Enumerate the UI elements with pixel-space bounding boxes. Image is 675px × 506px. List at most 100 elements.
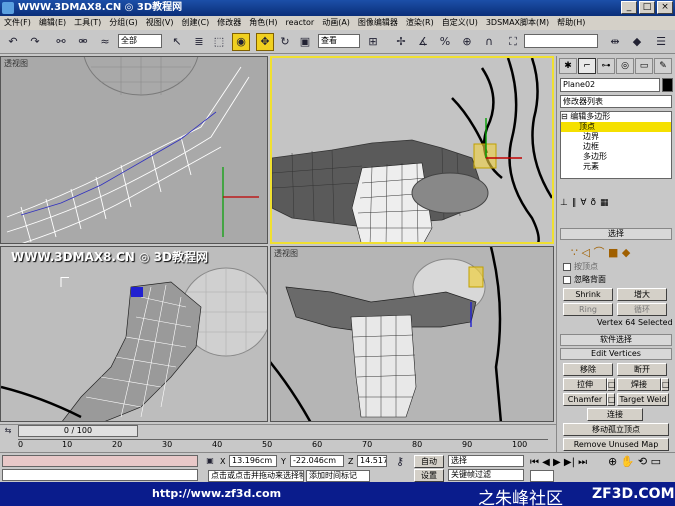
hierarchy-tab-icon[interactable]: ⊶ <box>597 58 615 74</box>
menu-animation[interactable]: 动画(A) <box>318 16 354 30</box>
menu-modifiers[interactable]: 修改器 <box>213 16 245 30</box>
scale-icon[interactable]: ▣ <box>296 33 314 51</box>
playback-controls[interactable]: ⏮ ◀ ▶ ▶| ⏭ <box>530 457 587 468</box>
menu-graph-editors[interactable]: 图像编辑器 <box>354 16 402 30</box>
stack-item-border[interactable]: 边框 <box>561 142 671 152</box>
show-end-result-icon[interactable]: ‖ <box>572 198 577 208</box>
soft-selection-rollout-header[interactable]: 软件选择 <box>560 334 672 346</box>
bind-spacewarp-icon[interactable]: ≈ <box>96 33 114 51</box>
current-frame-field[interactable] <box>530 470 554 482</box>
modifier-list-select[interactable]: 修改器列表 <box>560 95 672 108</box>
viewport-label[interactable]: 透视图 <box>274 248 298 259</box>
remove-modifier-icon[interactable]: ð <box>591 198 597 208</box>
menu-rendering[interactable]: 渲染(R) <box>402 16 438 30</box>
window-crossing-icon[interactable]: ◉ <box>232 33 250 51</box>
redo-icon[interactable]: ↷ <box>26 33 44 51</box>
set-key-button[interactable]: 设置 <box>414 469 444 482</box>
move-icon[interactable]: ✥ <box>256 33 274 51</box>
menu-reactor[interactable]: reactor <box>282 16 319 30</box>
menu-group[interactable]: 分组(G) <box>105 16 141 30</box>
rect-selection-icon[interactable]: ⬚ <box>210 33 228 51</box>
snap-icon[interactable]: ✢ <box>392 33 410 51</box>
spinner-snap-icon[interactable]: ⊕ <box>458 33 476 51</box>
menu-file[interactable]: 文件(F) <box>0 16 35 30</box>
maxscript-listener-field[interactable] <box>2 455 198 467</box>
remove-unused-map-verts-button[interactable]: Remove Unused Map Verts <box>563 438 669 460</box>
stack-item-edge[interactable]: 边界 <box>561 132 671 142</box>
select-by-name-icon[interactable]: ≣ <box>190 33 208 51</box>
undo-icon[interactable]: ↶ <box>4 33 22 51</box>
grow-button[interactable]: 增大 <box>617 288 667 301</box>
modify-tab-icon[interactable]: ⌐ <box>578 58 596 74</box>
pivot-icon[interactable]: ⊞ <box>364 33 382 51</box>
viewport-top-left[interactable]: 透视图 <box>0 56 268 244</box>
create-tab-icon[interactable]: ✱ <box>559 58 577 74</box>
loop-button[interactable]: 循环 <box>617 303 667 316</box>
menu-edit[interactable]: 编辑(E) <box>35 16 70 30</box>
make-unique-icon[interactable]: ∀ <box>580 198 586 208</box>
x-coord-field[interactable]: 13.196cm <box>229 455 277 467</box>
motion-tab-icon[interactable]: ◎ <box>616 58 634 74</box>
link-icon[interactable]: ⚯ <box>52 33 70 51</box>
magnet-icon[interactable]: ∩ <box>480 33 498 51</box>
viewport-bottom-right[interactable]: 透视图 <box>270 246 554 422</box>
add-time-tag[interactable]: 添加时间标记 <box>306 470 370 482</box>
chamfer-button[interactable]: Chamfer <box>563 393 607 406</box>
ignore-backfacing-checkbox[interactable] <box>563 275 571 284</box>
stack-item-edit-poly[interactable]: ⊟ 编辑多边形 <box>561 112 671 122</box>
extrude-button[interactable]: 拉伸 <box>563 378 607 391</box>
target-weld-button[interactable]: Target Weld <box>617 393 669 406</box>
mini-curve-icon[interactable]: ⇆ <box>1 425 15 437</box>
align-icon[interactable]: ◆ <box>628 33 646 51</box>
footer-url[interactable]: http://www.zf3d.com <box>152 487 281 500</box>
rotate-icon[interactable]: ↻ <box>276 33 294 51</box>
selection-filter-select[interactable]: 全部 <box>118 34 162 48</box>
configure-sets-icon[interactable]: ▦ <box>600 198 609 208</box>
time-ruler[interactable]: 0 10 20 30 40 50 60 70 80 90 100 <box>18 439 548 451</box>
subobject-icons[interactable]: ∵ ◁ ⌒ ■ ◆ <box>571 244 630 260</box>
remove-button[interactable]: 移除 <box>563 363 613 376</box>
key-icon[interactable]: ⚷ <box>392 455 408 469</box>
menu-create[interactable]: 创建(C) <box>177 16 213 30</box>
auto-key-button[interactable]: 自动 <box>414 455 444 468</box>
viewport-label[interactable]: 透视图 <box>4 58 28 69</box>
reference-coord-select[interactable]: 查看 <box>318 34 360 48</box>
menu-character[interactable]: 角色(H) <box>245 16 281 30</box>
chamfer-settings-button[interactable]: □ <box>607 393 616 406</box>
menu-maxscript[interactable]: 3DSMAX脚本(M) <box>482 16 553 30</box>
selection-rollout-header[interactable]: 选择 <box>560 228 672 240</box>
viewport-nav-icons[interactable]: ⊕ ✋ ⟲ ▭ <box>608 455 661 468</box>
named-selection-set-select[interactable] <box>524 34 598 48</box>
y-coord-field[interactable]: -22.046cm <box>290 455 344 467</box>
stack-item-element[interactable]: 元素 <box>561 162 671 172</box>
lock-selection-icon[interactable]: ▣ <box>204 455 216 467</box>
z-coord-field[interactable]: 14.517c <box>357 455 387 467</box>
stack-item-vertex[interactable]: 顶点 <box>561 122 671 132</box>
stack-item-polygon[interactable]: 多边形 <box>561 152 671 162</box>
viewport-bottom-left[interactable]: WWW.3DMAX8.CN ◎ 3D教程网 <box>0 246 268 422</box>
close-button[interactable]: × <box>657 1 673 14</box>
angle-snap-icon[interactable]: ∡ <box>414 33 432 51</box>
edit-vertices-rollout-header[interactable]: Edit Vertices <box>560 348 672 360</box>
unlink-icon[interactable]: ⚮ <box>74 33 92 51</box>
menu-views[interactable]: 视图(V) <box>142 16 178 30</box>
menu-help[interactable]: 帮助(H) <box>553 16 589 30</box>
object-name-field[interactable]: Plane02 <box>560 78 660 92</box>
by-vertex-checkbox[interactable] <box>563 262 571 271</box>
key-filters-button[interactable]: 关键帧过滤 <box>448 469 524 481</box>
percent-snap-icon[interactable]: % <box>436 33 454 51</box>
layer-manager-icon[interactable]: ☰ <box>652 33 670 51</box>
selection-set-select[interactable]: 选择 <box>448 455 524 467</box>
pin-stack-icon[interactable]: ⊥ <box>560 198 568 208</box>
named-selection-icon[interactable]: ⛶ <box>504 33 522 51</box>
menu-customize[interactable]: 自定义(U) <box>438 16 482 30</box>
break-button[interactable]: 断开 <box>617 363 667 376</box>
menu-tools[interactable]: 工具(T) <box>70 16 105 30</box>
extrude-settings-button[interactable]: □ <box>607 378 616 391</box>
maxscript-output-field[interactable] <box>2 469 198 481</box>
weld-settings-button[interactable]: □ <box>661 378 670 391</box>
display-tab-icon[interactable]: ▭ <box>635 58 653 74</box>
shrink-button[interactable]: Shrink <box>563 288 613 301</box>
minimize-button[interactable]: _ <box>621 1 637 14</box>
remove-isolated-vertices-button[interactable]: 移动孤立顶点 <box>563 423 669 436</box>
